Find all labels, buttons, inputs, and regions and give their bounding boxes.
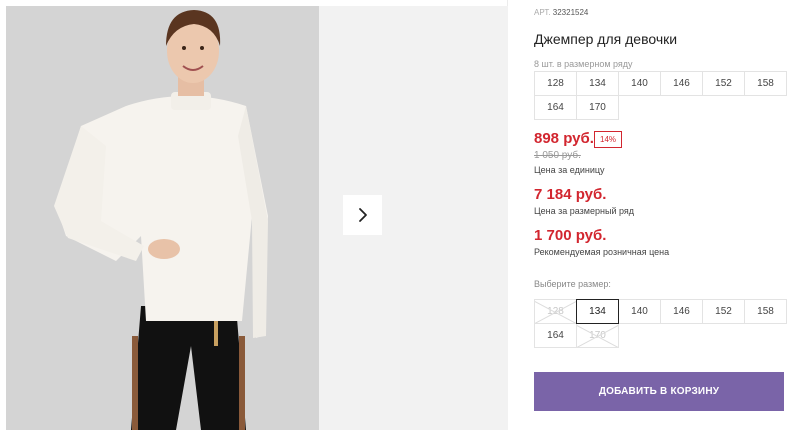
size-row-cell: 146 [660,71,703,96]
size-row-cell: 170 [576,95,619,120]
size-row-cell: 134 [576,71,619,96]
size-option-140[interactable]: 140 [618,299,661,324]
unit-price: 898 руб. [534,130,594,147]
product-photo-illustration [6,6,319,430]
size-option-170: 170 [576,323,619,348]
rrp-price: 1 700 руб. [534,227,607,244]
row-price: 7 184 руб. [534,186,607,203]
gallery-next-button[interactable] [343,195,382,235]
discount-badge: 14% [594,131,623,148]
size-option-164[interactable]: 164 [534,323,577,348]
article-value: 32321524 [552,8,589,17]
size-row-cell: 140 [618,71,661,96]
size-row-cell: 152 [702,71,745,96]
size-row-count: 8 шт. в размерном ряду [534,59,633,69]
article-label: АРТ. [534,8,551,17]
size-row-cell: 128 [534,71,577,96]
size-option-134[interactable]: 134 [576,299,619,324]
chevron-right-icon [358,208,367,222]
size-option-152[interactable]: 152 [702,299,745,324]
size-row-cell: 164 [534,95,577,120]
old-price: 1 050 руб. [534,150,581,161]
size-option-146[interactable]: 146 [660,299,703,324]
product-title: Джемпер для девочки [534,31,678,47]
unit-price-caption: Цена за единицу [534,165,605,175]
size-row-grid: 128 134 140 146 152 158 164 170 [534,71,787,120]
size-option-128: 128 [534,299,577,324]
article-number: АРТ. 32321524 [534,8,588,17]
row-price-caption: Цена за размерный ряд [534,206,635,216]
rrp-price-caption: Рекомендуемая розничная цена [534,247,670,257]
product-gallery [0,0,508,430]
size-row-cell: 158 [744,71,787,96]
product-main-image[interactable] [6,6,319,430]
add-to-cart-button[interactable]: ДОБАВИТЬ В КОРЗИНУ [534,372,784,411]
size-option-158[interactable]: 158 [744,299,787,324]
size-selector: 128 134 140 146 152 158 164 170 [534,299,787,348]
choose-size-label: Выберите размер: [534,279,611,289]
